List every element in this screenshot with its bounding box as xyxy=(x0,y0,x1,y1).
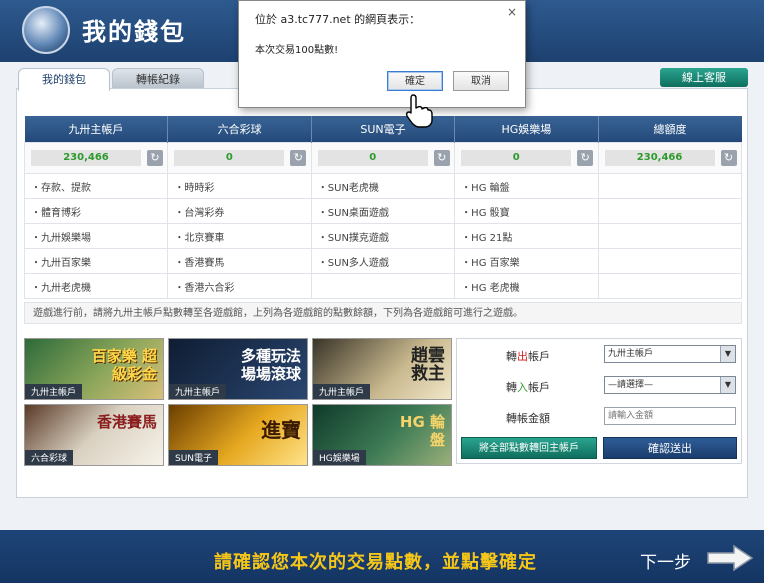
wallet-name-hg: HG娛樂場 xyxy=(454,116,599,143)
game-banner-caption: HG娛樂場 xyxy=(313,450,366,465)
game-list-row: ・九卅娛樂場 ・北京賽車 ・SUN撲克遊戲 ・HG 21點 xyxy=(23,223,743,249)
chevron-down-icon: ▼ xyxy=(720,377,735,393)
wallet-name-total: 總額度 xyxy=(598,116,742,143)
refresh-icon[interactable]: ↻ xyxy=(147,150,163,166)
game-list-item[interactable]: ・體育博彩 xyxy=(23,198,169,224)
game-list-item xyxy=(597,223,743,249)
transfer-amount-input[interactable] xyxy=(604,407,736,425)
wallet-table: 九卅主帳戶 六合彩球 SUN電子 HG娛樂場 總額度 230,466 ↻ 0 ↻ 0… xyxy=(23,116,743,299)
game-list-row: ・存款、提款 ・時時彩 ・SUN老虎機 ・HG 輪盤 xyxy=(23,173,743,199)
game-list-item[interactable]: ・HG 輪盤 xyxy=(454,173,599,199)
notice-text: 遊戲進行前，請將九卅主帳戶點數轉至各遊戲館，上列為各遊戲館的點數餘額，下列為各遊… xyxy=(24,302,742,324)
game-banner-caption: 九卅主帳戶 xyxy=(25,384,83,399)
game-banner-title: 香港賽馬 xyxy=(97,413,158,431)
transfer-from-label: 轉出帳戶 xyxy=(506,350,550,363)
game-banner-caption: 六合彩球 xyxy=(25,450,74,465)
balance-cell: 0 ↻ xyxy=(310,142,456,174)
online-service-button[interactable]: 線上客服 xyxy=(660,68,748,87)
game-list-item[interactable]: ・九卅百家樂 xyxy=(23,248,169,274)
next-step-label[interactable]: 下一步 xyxy=(640,548,691,573)
game-banner-title: 百家樂 超級彩金 xyxy=(91,347,157,383)
game-banner-title: HG 輪盤 xyxy=(399,413,445,449)
game-banner-caption: SUN電子 xyxy=(169,450,219,465)
chevron-down-icon: ▼ xyxy=(720,346,735,362)
balance-value: 230,466 xyxy=(31,150,141,166)
refresh-icon[interactable]: ↻ xyxy=(290,150,307,166)
transfer-amount-label: 轉帳金額 xyxy=(506,412,550,425)
game-list-item[interactable]: ・香港賽馬 xyxy=(167,248,312,274)
wallet-name-main: 九卅主帳戶 xyxy=(24,116,169,143)
game-list-item[interactable]: ・存款、提款 xyxy=(23,173,169,199)
game-banner-horse-racing[interactable]: 香港賽馬 六合彩球 xyxy=(24,404,164,466)
refresh-icon[interactable]: ↻ xyxy=(433,150,450,166)
game-list-item xyxy=(597,198,743,224)
game-list-item[interactable]: ・HG 21點 xyxy=(454,223,599,249)
game-list-item[interactable]: ・九卅娛樂場 xyxy=(23,223,169,249)
game-banner-title: 進寶 xyxy=(261,418,301,442)
balance-value: 0 xyxy=(461,150,572,166)
game-list-item[interactable]: ・香港六合彩 xyxy=(167,273,312,299)
game-list-row: ・九卅百家樂 ・香港賽馬 ・SUN多人遊戲 ・HG 百家樂 xyxy=(23,248,743,274)
game-list-item xyxy=(597,273,743,299)
balance-cell: 230,466 ↻ xyxy=(597,142,743,174)
close-icon[interactable]: × xyxy=(507,5,517,19)
dialog-cancel-button[interactable]: 取消 xyxy=(453,71,509,91)
dialog-message: 本次交易100點數! xyxy=(255,45,339,56)
balance-cell: 0 ↻ xyxy=(454,142,599,174)
tab-transfer-history[interactable]: 轉帳紀錄 xyxy=(112,68,204,90)
game-list-row: ・體育博彩 ・台灣彩券 ・SUN桌面遊戲 ・HG 骰寶 xyxy=(23,198,743,224)
label-accent: 出 xyxy=(517,350,528,363)
confirm-submit-button[interactable]: 確認送出 xyxy=(603,437,737,459)
wallet-name-lottery: 六合彩球 xyxy=(167,116,312,143)
transfer-to-label: 轉入帳戶 xyxy=(506,381,550,394)
logo-icon xyxy=(22,6,70,54)
balance-row: 230,466 ↻ 0 ↻ 0 ↻ 0 ↻ 230,466 ↻ xyxy=(23,142,743,174)
game-list-item[interactable]: ・台灣彩券 xyxy=(167,198,312,224)
game-banner-caption: 九卅主帳戶 xyxy=(313,384,371,399)
game-banner-baccarat[interactable]: 百家樂 超級彩金 九卅主帳戶 xyxy=(24,338,164,400)
transfer-to-select[interactable]: —請選擇— ▼ xyxy=(604,376,736,394)
dialog-ok-button[interactable]: 確定 xyxy=(387,71,443,91)
balance-value: 230,466 xyxy=(604,150,715,166)
wallet-header-row: 九卅主帳戶 六合彩球 SUN電子 HG娛樂場 總額度 xyxy=(24,116,742,143)
game-banner-treasure[interactable]: 進寶 SUN電子 xyxy=(168,404,308,466)
game-banner-sports[interactable]: 多種玩法 場場滾球 九卅主帳戶 xyxy=(168,338,308,400)
game-banner-caption: 九卅主帳戶 xyxy=(169,384,227,399)
footer-message: 請確認您本次的交易點數，並點擊確定 xyxy=(214,552,537,573)
transfer-panel: 轉出帳戶 九卅主帳戶▼ 轉入帳戶 —請選擇—▼ 轉帳金額 將全部點數轉回主帳戶 … xyxy=(456,338,742,464)
arrow-right-icon[interactable] xyxy=(706,544,754,572)
page-title: 我的錢包 xyxy=(82,18,186,46)
label-accent: 入 xyxy=(517,381,528,394)
game-list-item[interactable]: ・SUN桌面遊戲 xyxy=(310,198,456,224)
game-list-item[interactable]: ・SUN老虎機 xyxy=(310,173,456,199)
hand-cursor-icon xyxy=(405,94,433,128)
game-list-item[interactable]: ・SUN多人遊戲 xyxy=(310,248,456,274)
game-banner-zhaoyun[interactable]: 趙雲 救主 九卅主帳戶 xyxy=(312,338,452,400)
tab-my-wallet[interactable]: 我的錢包 xyxy=(18,68,110,91)
refresh-icon[interactable]: ↻ xyxy=(577,150,594,166)
transfer-from-select[interactable]: 九卅主帳戶 ▼ xyxy=(604,345,736,363)
balance-value: 0 xyxy=(317,150,428,166)
game-list-row: ・九卅老虎機 ・香港六合彩 ・HG 老虎機 xyxy=(23,273,743,299)
game-list-item[interactable]: ・九卅老虎機 xyxy=(23,273,169,299)
game-banner-roulette[interactable]: HG 輪盤 HG娛樂場 xyxy=(312,404,452,466)
game-list-item[interactable]: ・HG 骰寶 xyxy=(454,198,599,224)
game-list-item[interactable]: ・HG 老虎機 xyxy=(454,273,599,299)
game-banner-title: 多種玩法 場場滾球 xyxy=(240,347,301,383)
alert-dialog: 位於 a3.tc777.net 的網頁表示： × 本次交易100點數! 確定 取… xyxy=(238,0,526,108)
game-list-item xyxy=(597,248,743,274)
game-banner-title: 趙雲 救主 xyxy=(411,346,445,384)
refresh-icon[interactable]: ↻ xyxy=(720,150,737,166)
balance-cell: 0 ↻ xyxy=(167,142,312,174)
game-list-item xyxy=(310,273,456,299)
dialog-title: 位於 a3.tc777.net 的網頁表示： xyxy=(255,13,421,26)
game-list-item[interactable]: ・北京賽車 xyxy=(167,223,312,249)
game-list-item[interactable]: ・時時彩 xyxy=(167,173,312,199)
game-list-item[interactable]: ・SUN撲克遊戲 xyxy=(310,223,456,249)
game-list-item xyxy=(597,173,743,199)
balance-value: 0 xyxy=(174,150,285,166)
transfer-all-button[interactable]: 將全部點數轉回主帳戶 xyxy=(461,437,597,459)
balance-cell: 230,466 ↻ xyxy=(23,142,169,174)
game-list-item[interactable]: ・HG 百家樂 xyxy=(454,248,599,274)
